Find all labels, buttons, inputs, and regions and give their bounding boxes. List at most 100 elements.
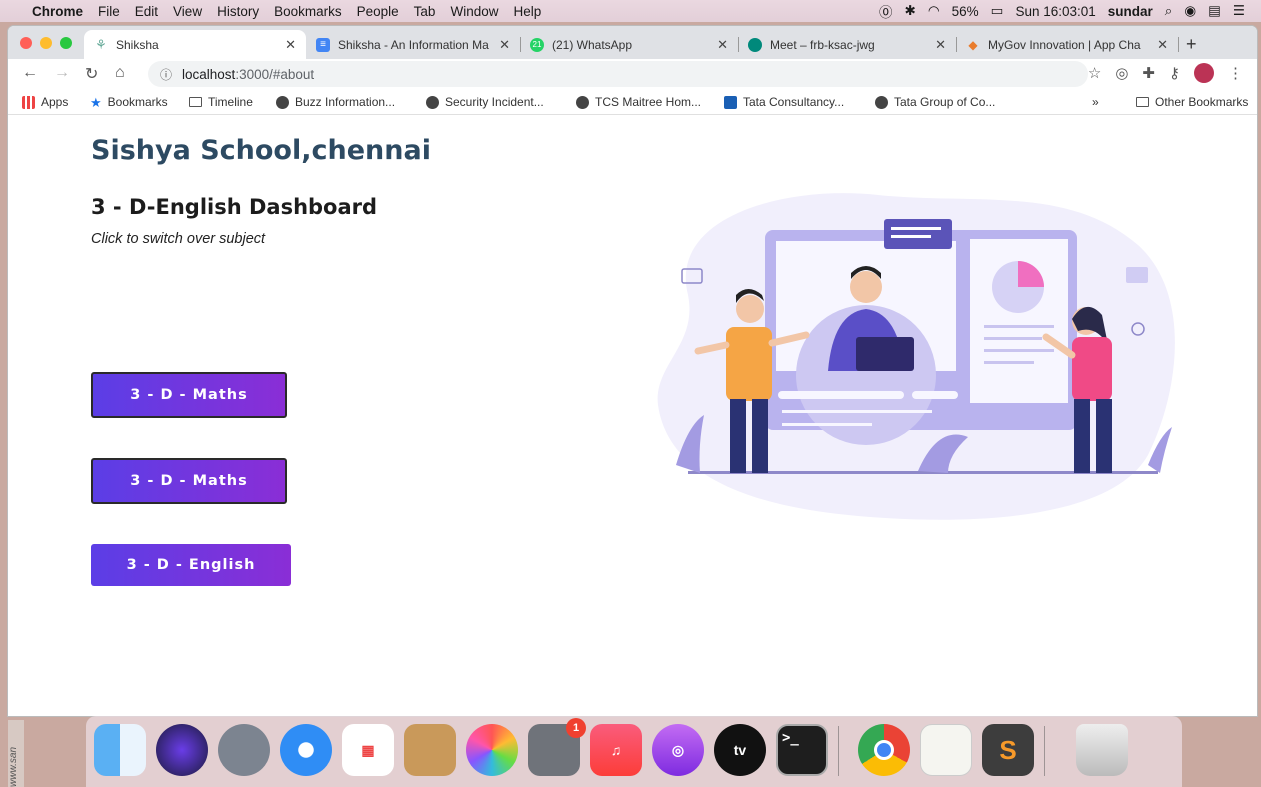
contacts-book-icon[interactable] bbox=[404, 724, 456, 776]
podcasts-icon[interactable]: ◎ bbox=[652, 724, 704, 776]
bookmark-bookmarks[interactable]: ★ Bookmarks bbox=[90, 95, 168, 109]
toolbar-actions: ☆ ◎ ✚ ⚷ ⋮ bbox=[1088, 63, 1243, 83]
notification-badge: 1 bbox=[566, 718, 586, 738]
chrome-icon[interactable] bbox=[858, 724, 910, 776]
menu-view[interactable]: View bbox=[173, 4, 202, 19]
tab-shiksha-doc[interactable]: ≡ Shiksha - An Information Ma ✕ bbox=[306, 30, 521, 59]
menu-file[interactable]: File bbox=[98, 4, 120, 19]
tab-shiksha[interactable]: ⚘ Shiksha ✕ bbox=[84, 30, 306, 59]
browser-toolbar: ← → ↻ ⌂ ⓘ localhost :3000/#about ☆ ◎ ✚ ⚷… bbox=[8, 59, 1257, 89]
close-tab-icon[interactable]: ✕ bbox=[935, 37, 946, 53]
chrome-menu-icon[interactable]: ⋮ bbox=[1228, 64, 1243, 82]
folder-icon bbox=[189, 97, 202, 107]
safari-compass-icon[interactable] bbox=[280, 724, 332, 776]
close-tab-icon[interactable]: ✕ bbox=[717, 37, 728, 53]
notification-center-icon[interactable]: ☰ bbox=[1233, 3, 1245, 19]
globe-icon bbox=[576, 95, 589, 109]
menu-window[interactable]: Window bbox=[450, 4, 498, 19]
tab-whatsapp[interactable]: 21 (21) WhatsApp ✕ bbox=[520, 30, 739, 59]
close-tab-icon[interactable]: ✕ bbox=[1157, 37, 1168, 53]
star-icon: ★ bbox=[90, 94, 102, 110]
bookmark-tcs-maitree[interactable]: TCS Maitree Hom... bbox=[576, 95, 701, 109]
home-icon[interactable]: ⌂ bbox=[115, 64, 125, 82]
menu-app-chrome[interactable]: Chrome bbox=[32, 4, 83, 19]
tab-title: Shiksha bbox=[116, 37, 159, 52]
forward-icon[interactable]: → bbox=[54, 64, 70, 82]
extensions-puzzle-icon[interactable]: ✚ bbox=[1142, 64, 1155, 82]
zoom-window-button[interactable] bbox=[60, 37, 72, 49]
launchpad-rocket-icon[interactable] bbox=[218, 724, 270, 776]
mygov-favicon-icon: ◆ bbox=[968, 37, 978, 52]
online-learning-illustration bbox=[657, 193, 1175, 520]
bookmark-other[interactable]: Other Bookmarks bbox=[1136, 95, 1248, 109]
sublime-text-icon[interactable]: S bbox=[982, 724, 1034, 776]
address-bar[interactable]: ⓘ localhost :3000/#about bbox=[148, 61, 1088, 87]
subject-button-english[interactable]: 3 - D - English bbox=[91, 544, 291, 586]
tab-title: MyGov Innovation | App Cha bbox=[988, 37, 1141, 52]
bookmark-security[interactable]: Security Incident... bbox=[426, 95, 544, 109]
accessibility-icon[interactable]: ⓪ bbox=[879, 1, 893, 21]
menu-bookmarks[interactable]: Bookmarks bbox=[274, 4, 342, 19]
user-name[interactable]: sundar bbox=[1108, 4, 1153, 19]
menu-help[interactable]: Help bbox=[513, 4, 541, 19]
bookmark-tata-group[interactable]: Tata Group of Co... bbox=[875, 95, 995, 109]
subject-button-maths-2[interactable]: 3 - D - Maths bbox=[91, 458, 287, 504]
clock[interactable]: Sun 16:03:01 bbox=[1015, 4, 1095, 19]
apple-tv-icon[interactable]: tv bbox=[714, 724, 766, 776]
bookmark-buzz[interactable]: Buzz Information... bbox=[276, 95, 395, 109]
extension-icon[interactable]: ◎ bbox=[1115, 64, 1128, 82]
reload-icon[interactable]: ↻ bbox=[85, 64, 98, 84]
siri-dock-icon[interactable] bbox=[156, 724, 208, 776]
site-info-icon[interactable]: ⓘ bbox=[160, 66, 172, 83]
system-preferences-gear-icon[interactable]: 1 bbox=[528, 718, 586, 776]
apps-grid-icon bbox=[22, 95, 35, 109]
window-controls bbox=[20, 37, 72, 49]
side-watermark-text: www.san bbox=[8, 720, 24, 787]
photos-icon[interactable] bbox=[466, 724, 518, 776]
minimize-window-button[interactable] bbox=[40, 37, 52, 49]
menubar-status: ⓪ ✱ ◠ 56% ▭ Sun 16:03:01 sundar ⌕ ◉ ▤ ☰ bbox=[879, 0, 1245, 22]
menu-people[interactable]: People bbox=[357, 4, 399, 19]
textedit-icon[interactable] bbox=[920, 724, 972, 776]
subject-hint: Click to switch over subject bbox=[91, 231, 266, 247]
battery-percent[interactable]: 56% bbox=[952, 4, 979, 19]
spotlight-icon[interactable]: ⌕ bbox=[1165, 3, 1173, 19]
finder-icon[interactable] bbox=[94, 724, 146, 776]
menu-tab[interactable]: Tab bbox=[414, 4, 436, 19]
input-source-icon[interactable]: ▤ bbox=[1208, 3, 1221, 19]
globe-icon bbox=[426, 95, 439, 109]
bookmark-tata-consultancy[interactable]: Tata Consultancy... bbox=[724, 95, 844, 109]
siri-icon[interactable]: ◉ bbox=[1184, 3, 1196, 19]
trash-icon[interactable] bbox=[1076, 724, 1128, 776]
bookmark-star-icon[interactable]: ☆ bbox=[1088, 64, 1101, 82]
tab-title: Shiksha - An Information Ma bbox=[338, 37, 489, 52]
shiksha-favicon-icon: ⚘ bbox=[95, 36, 107, 52]
url-host: localhost bbox=[182, 66, 236, 82]
menu-edit[interactable]: Edit bbox=[135, 4, 158, 19]
url-path: :3000/#about bbox=[235, 66, 315, 82]
tab-title: (21) WhatsApp bbox=[552, 37, 633, 52]
close-tab-icon[interactable]: ✕ bbox=[499, 37, 510, 53]
tab-title: Meet – frb-ksac-jwg bbox=[770, 37, 875, 52]
back-icon[interactable]: ← bbox=[22, 64, 38, 82]
dashboard-title: 3 - D-English Dashboard bbox=[91, 195, 378, 219]
launchpad-grid-icon[interactable]: ▦ bbox=[342, 724, 394, 776]
bookmark-apps[interactable]: Apps bbox=[22, 95, 68, 109]
menu-history[interactable]: History bbox=[217, 4, 259, 19]
tab-meet[interactable]: Meet – frb-ksac-jwg ✕ bbox=[738, 30, 957, 59]
subject-button-maths-1[interactable]: 3 - D - Maths bbox=[91, 372, 287, 418]
bluetooth-icon[interactable]: ✱ bbox=[905, 3, 916, 19]
close-tab-icon[interactable]: ✕ bbox=[285, 37, 296, 53]
bookmarks-overflow-icon[interactable]: » bbox=[1092, 95, 1099, 109]
key-icon[interactable]: ⚷ bbox=[1169, 64, 1180, 82]
bookmark-timeline[interactable]: Timeline bbox=[189, 95, 253, 109]
tata-logo-icon bbox=[724, 95, 737, 109]
wifi-icon[interactable]: ◠ bbox=[928, 3, 940, 19]
terminal-icon[interactable]: >_ bbox=[776, 724, 828, 776]
tab-mygov[interactable]: ◆ MyGov Innovation | App Cha ✕ bbox=[956, 30, 1179, 59]
new-tab-button[interactable]: + bbox=[1186, 34, 1197, 55]
close-window-button[interactable] bbox=[20, 37, 32, 49]
profile-avatar[interactable] bbox=[1194, 63, 1214, 83]
meet-favicon-icon bbox=[748, 37, 762, 52]
music-note-icon[interactable]: ♫ bbox=[590, 724, 642, 776]
